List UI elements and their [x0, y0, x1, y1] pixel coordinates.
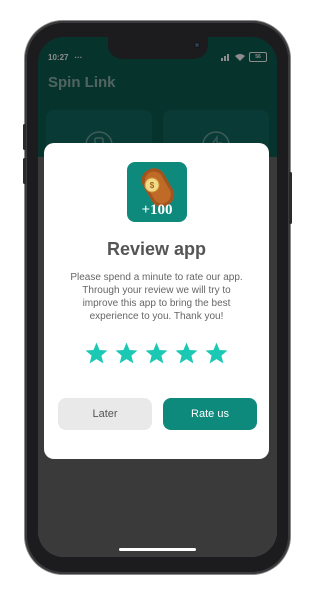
- star-rating: [44, 341, 269, 366]
- front-camera: [194, 42, 200, 48]
- star-icon[interactable]: [174, 341, 199, 366]
- phone-screen: 10:27 ··· 56 Spin Link $ +100 Review app…: [38, 37, 277, 557]
- star-icon[interactable]: [114, 341, 139, 366]
- dialog-title: Review app: [106, 239, 207, 259]
- home-indicator[interactable]: [119, 548, 196, 551]
- svg-text:$: $: [150, 181, 155, 190]
- later-button[interactable]: Later: [58, 398, 152, 430]
- volume-down-button: [23, 158, 26, 184]
- review-dialog: $ +100 Review app Please spend a minute …: [44, 143, 269, 459]
- rate-us-button[interactable]: Rate us: [163, 398, 257, 430]
- icon-badge-text: +100: [141, 202, 173, 218]
- star-icon[interactable]: [144, 341, 169, 366]
- volume-up-button: [23, 124, 26, 150]
- notch: [108, 37, 208, 59]
- star-icon[interactable]: [84, 341, 109, 366]
- power-button: [289, 172, 292, 224]
- star-icon[interactable]: [204, 341, 229, 366]
- app-icon: $ +100: [127, 162, 187, 222]
- dialog-message: Please spend a minute to rate our app. T…: [70, 272, 243, 322]
